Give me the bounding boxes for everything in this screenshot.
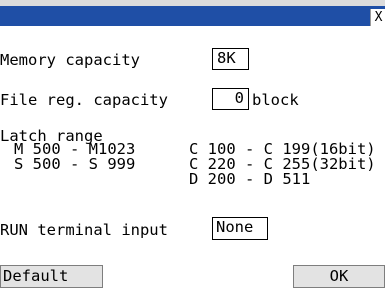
title-bar <box>0 6 385 26</box>
ok-button-label: OK <box>329 267 349 285</box>
default-button-label: Default <box>3 267 69 285</box>
file-reg-capacity-value: 0 <box>234 89 244 107</box>
ok-button[interactable]: OK <box>293 265 385 288</box>
latch-s-range: S 500 - S 999 <box>14 155 136 173</box>
latch-d-range: D 200 - D 511 <box>189 170 311 188</box>
memory-capacity-value: 8K <box>217 49 236 67</box>
file-reg-capacity-label: File reg. capacity <box>0 91 168 109</box>
default-button[interactable]: Default <box>0 265 103 288</box>
memory-capacity-label: Memory capacity <box>0 51 140 69</box>
close-icon: X <box>374 10 383 25</box>
run-terminal-field[interactable]: None <box>212 217 268 240</box>
file-reg-capacity-field[interactable]: 0 <box>212 88 249 110</box>
close-button[interactable]: X <box>370 9 385 26</box>
run-terminal-value: None <box>216 218 254 236</box>
file-reg-unit: block <box>252 91 299 109</box>
memory-capacity-field[interactable]: 8K <box>212 48 249 70</box>
run-terminal-label: RUN terminal input <box>0 221 168 239</box>
